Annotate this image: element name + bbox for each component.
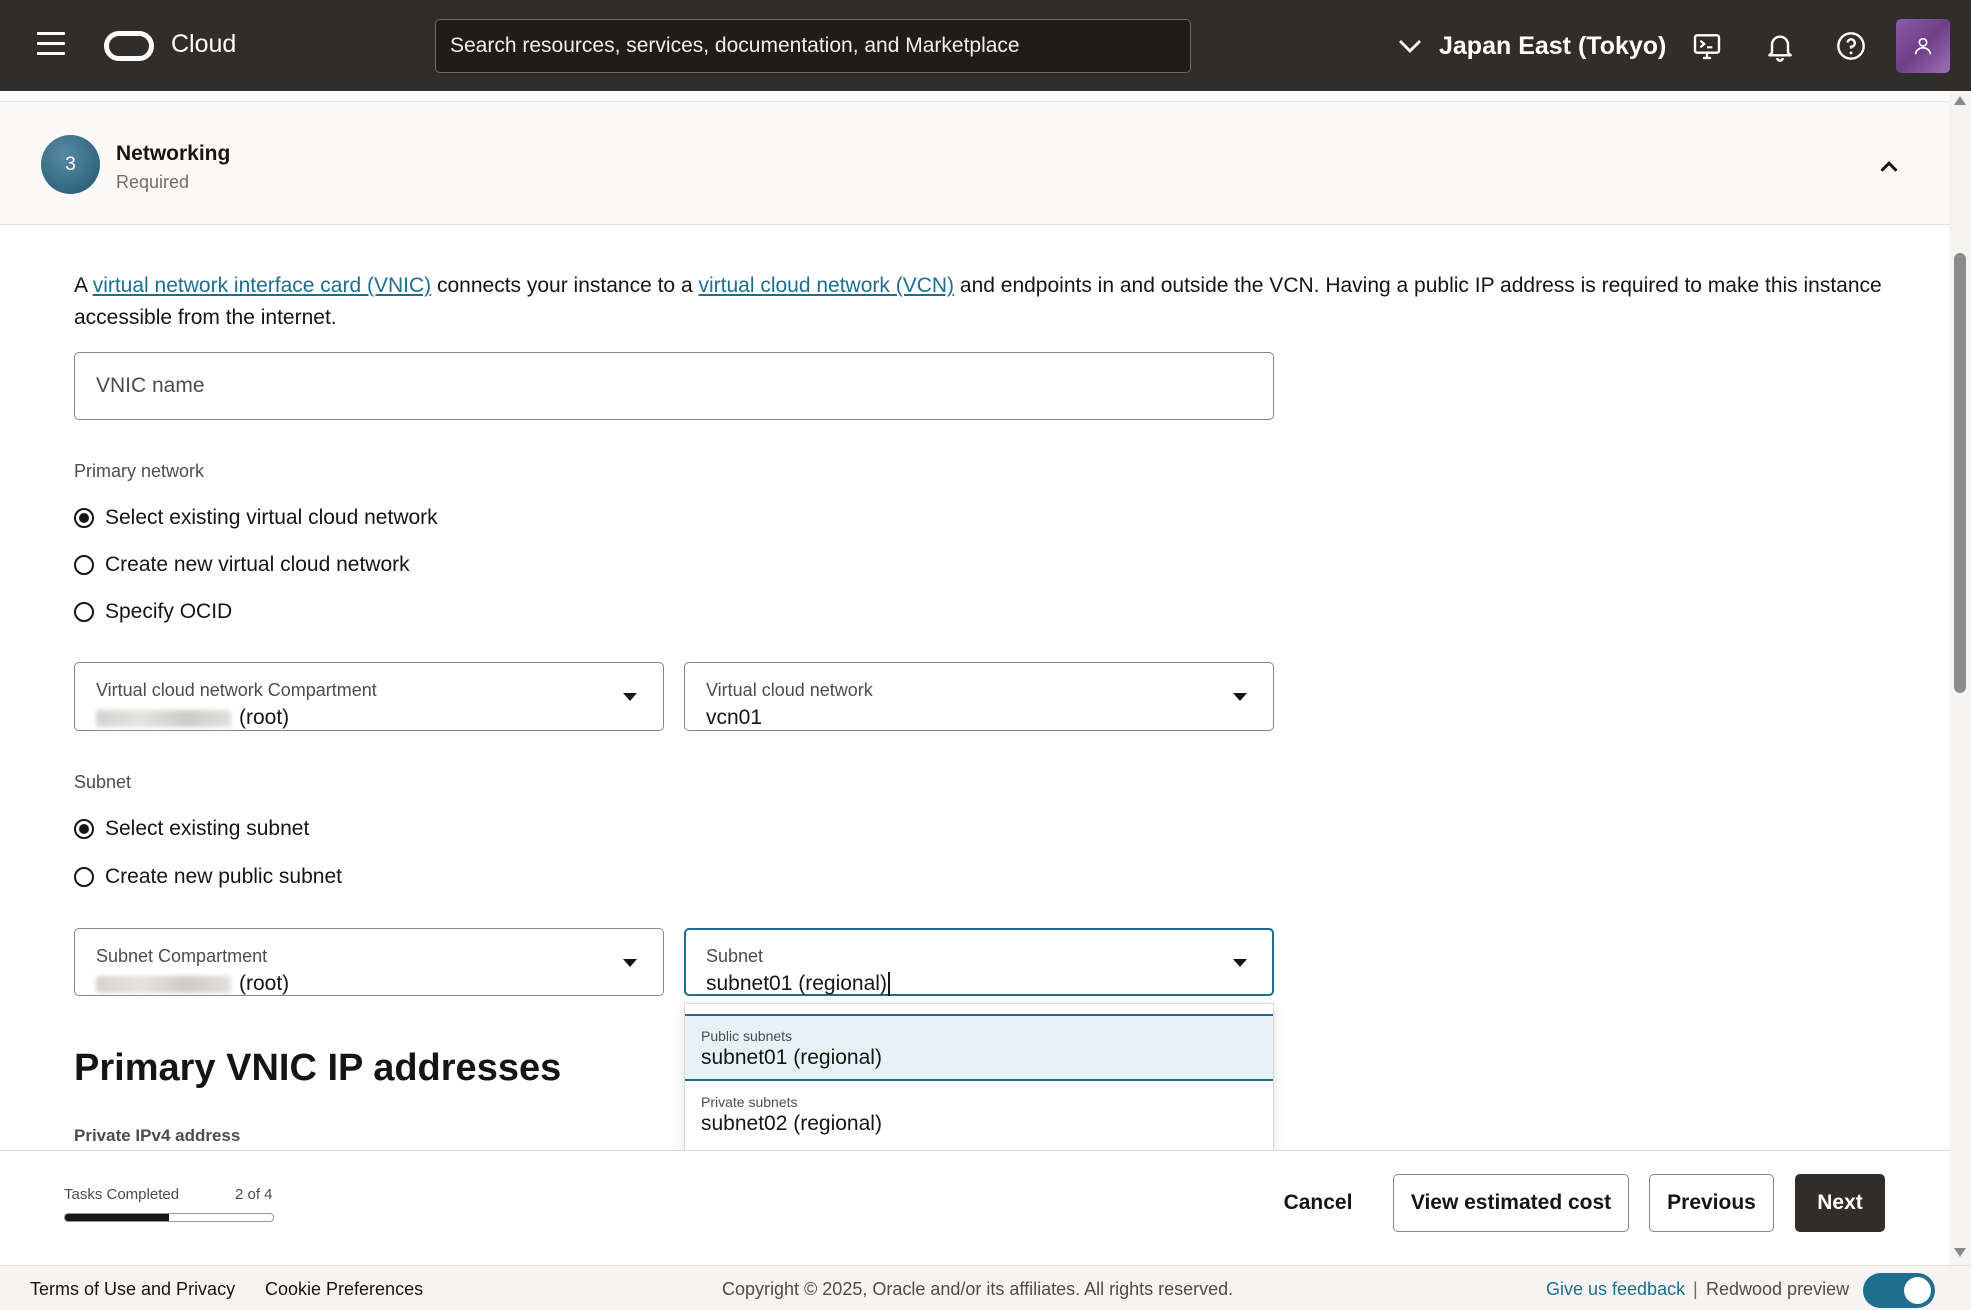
intro-text-1: A <box>74 274 93 297</box>
feedback-link[interactable]: Give us feedback <box>1546 1279 1685 1300</box>
radio-button[interactable] <box>74 602 94 622</box>
vnic-name-input[interactable] <box>96 353 1252 419</box>
vcn-compartment-select[interactable]: Virtual cloud network Compartment (root) <box>74 662 664 731</box>
private-ipv4-label: Private IPv4 address <box>74 1126 241 1145</box>
subnet-label: Subnet <box>74 772 132 792</box>
brand-name[interactable]: Cloud <box>171 30 236 59</box>
user-icon <box>1914 37 1932 55</box>
region-selector[interactable]: Japan East (Tokyo) <box>1395 28 1666 64</box>
view-estimated-cost-button[interactable]: View estimated cost <box>1393 1174 1629 1232</box>
step-badge: 3 <box>41 135 100 194</box>
page-scrollbar[interactable] <box>1949 91 1971 1265</box>
redacted-tenancy <box>96 975 231 993</box>
field-value: vcn01 <box>706 706 763 729</box>
networking-section-header[interactable]: 3 Networking Required <box>0 101 1949 225</box>
chevron-up-icon[interactable] <box>1874 152 1904 182</box>
radio-button[interactable] <box>74 508 94 528</box>
field-value[interactable]: subnet01 (regional) <box>706 972 890 997</box>
subnet-dropdown-list: Public subnets subnet01 (regional) Priva… <box>684 1003 1274 1155</box>
chevron-down-icon <box>1399 40 1421 53</box>
tasks-progress-bar <box>64 1213 274 1222</box>
search-box[interactable] <box>435 19 1191 73</box>
primary-vnic-ip-heading: Primary VNIC IP addresses <box>74 1047 562 1089</box>
scrollbar-thumb[interactable] <box>1954 253 1966 693</box>
footer-separator: | <box>1693 1279 1698 1299</box>
text-caret <box>887 972 890 997</box>
next-button[interactable]: Next <box>1795 1174 1885 1232</box>
tasks-completed-label: Tasks Completed <box>64 1186 180 1203</box>
subnet-input-text[interactable]: subnet01 (regional) <box>706 972 887 995</box>
bell-icon[interactable] <box>1764 30 1796 62</box>
list-option-label: subnet02 (regional) <box>701 1112 882 1135</box>
field-value-suffix: (root) <box>239 706 290 729</box>
copyright-text: Copyright © 2025, Oracle and/or its affi… <box>722 1279 1234 1299</box>
top-navigation-bar: Cloud Japan East (Tokyo) <box>0 0 1971 91</box>
list-item-subnet01[interactable]: Public subnets subnet01 (regional) <box>685 1014 1273 1081</box>
vnic-name-field[interactable] <box>74 352 1274 420</box>
radio-label: Specify OCID <box>105 600 233 623</box>
field-label: Virtual cloud network <box>706 680 873 700</box>
field-value: (root) <box>96 706 289 730</box>
radio-label: Create new public subnet <box>105 865 342 888</box>
list-group-label: Public subnets <box>701 1028 793 1044</box>
radio-button[interactable] <box>74 819 94 839</box>
toggle-knob <box>1904 1277 1931 1304</box>
help-icon[interactable] <box>1835 30 1867 62</box>
field-value: (root) <box>96 972 289 996</box>
redwood-preview-toggle[interactable] <box>1863 1273 1935 1308</box>
primary-network-label: Primary network <box>74 461 205 481</box>
radio-button[interactable] <box>74 867 94 887</box>
redacted-tenancy <box>96 709 231 727</box>
intro-text-2: connects your instance to a <box>431 274 699 297</box>
cookie-preferences-link[interactable]: Cookie Preferences <box>265 1279 423 1300</box>
menu-icon[interactable] <box>37 32 65 56</box>
section-title: Networking <box>116 142 231 165</box>
list-group-label: Private subnets <box>701 1094 798 1110</box>
scroll-up-icon[interactable] <box>1954 96 1966 105</box>
previous-button[interactable]: Previous <box>1649 1174 1774 1232</box>
redwood-preview-label: Redwood preview <box>1706 1279 1850 1299</box>
vcn-select[interactable]: Virtual cloud network vcn01 <box>684 662 1274 731</box>
radio-create-public-subnet[interactable]: Create new public subnet <box>74 863 342 891</box>
list-option-label: subnet01 (regional) <box>701 1046 882 1069</box>
radio-specify-ocid[interactable]: Specify OCID <box>74 598 232 626</box>
dropdown-arrow-icon[interactable] <box>1233 959 1247 967</box>
radio-select-existing-subnet[interactable]: Select existing subnet <box>74 815 309 843</box>
radio-label: Select existing subnet <box>105 817 310 840</box>
cloud-shell-icon[interactable] <box>1691 30 1723 62</box>
cancel-button[interactable]: Cancel <box>1268 1174 1368 1232</box>
dropdown-arrow-icon[interactable] <box>623 959 637 967</box>
radio-label: Select existing virtual cloud network <box>105 506 438 529</box>
avatar[interactable] <box>1896 19 1950 73</box>
field-value-suffix: (root) <box>239 972 290 995</box>
radio-create-new-vcn[interactable]: Create new virtual cloud network <box>74 551 410 579</box>
scroll-down-icon[interactable] <box>1954 1248 1966 1257</box>
field-label: Subnet <box>706 946 764 966</box>
radio-button[interactable] <box>74 555 94 575</box>
radio-label: Create new virtual cloud network <box>105 553 410 576</box>
vcn-help-link[interactable]: virtual cloud network (VCN) <box>698 274 954 297</box>
terms-link[interactable]: Terms of Use and Privacy <box>30 1279 235 1300</box>
cloud-logo-icon[interactable] <box>104 31 154 61</box>
wizard-action-bar: Tasks Completed 2 of 4 Cancel View estim… <box>0 1150 1949 1265</box>
vnic-help-link[interactable]: virtual network interface card (VNIC) <box>93 274 431 297</box>
field-label: Virtual cloud network Compartment <box>96 680 377 700</box>
field-label: Subnet Compartment <box>96 946 268 966</box>
subnet-select[interactable]: Subnet subnet01 (regional) <box>684 928 1274 997</box>
section-subtitle: Required <box>116 172 190 192</box>
page-footer: Terms of Use and Privacy Cookie Preferen… <box>0 1265 1971 1310</box>
progress-fill <box>65 1214 169 1221</box>
search-input[interactable] <box>450 20 1176 72</box>
dropdown-arrow-icon[interactable] <box>1233 693 1247 701</box>
radio-select-existing-vcn[interactable]: Select existing virtual cloud network <box>74 504 438 532</box>
subnet-compartment-select[interactable]: Subnet Compartment (root) <box>74 928 664 996</box>
region-label: Japan East (Tokyo) <box>1439 31 1667 60</box>
dropdown-arrow-icon[interactable] <box>623 693 637 701</box>
list-item-subnet02[interactable]: Private subnets subnet02 (regional) <box>685 1081 1273 1153</box>
networking-description: A virtual network interface card (VNIC) … <box>74 270 1894 334</box>
tasks-completed-count: 2 of 4 <box>235 1186 273 1203</box>
